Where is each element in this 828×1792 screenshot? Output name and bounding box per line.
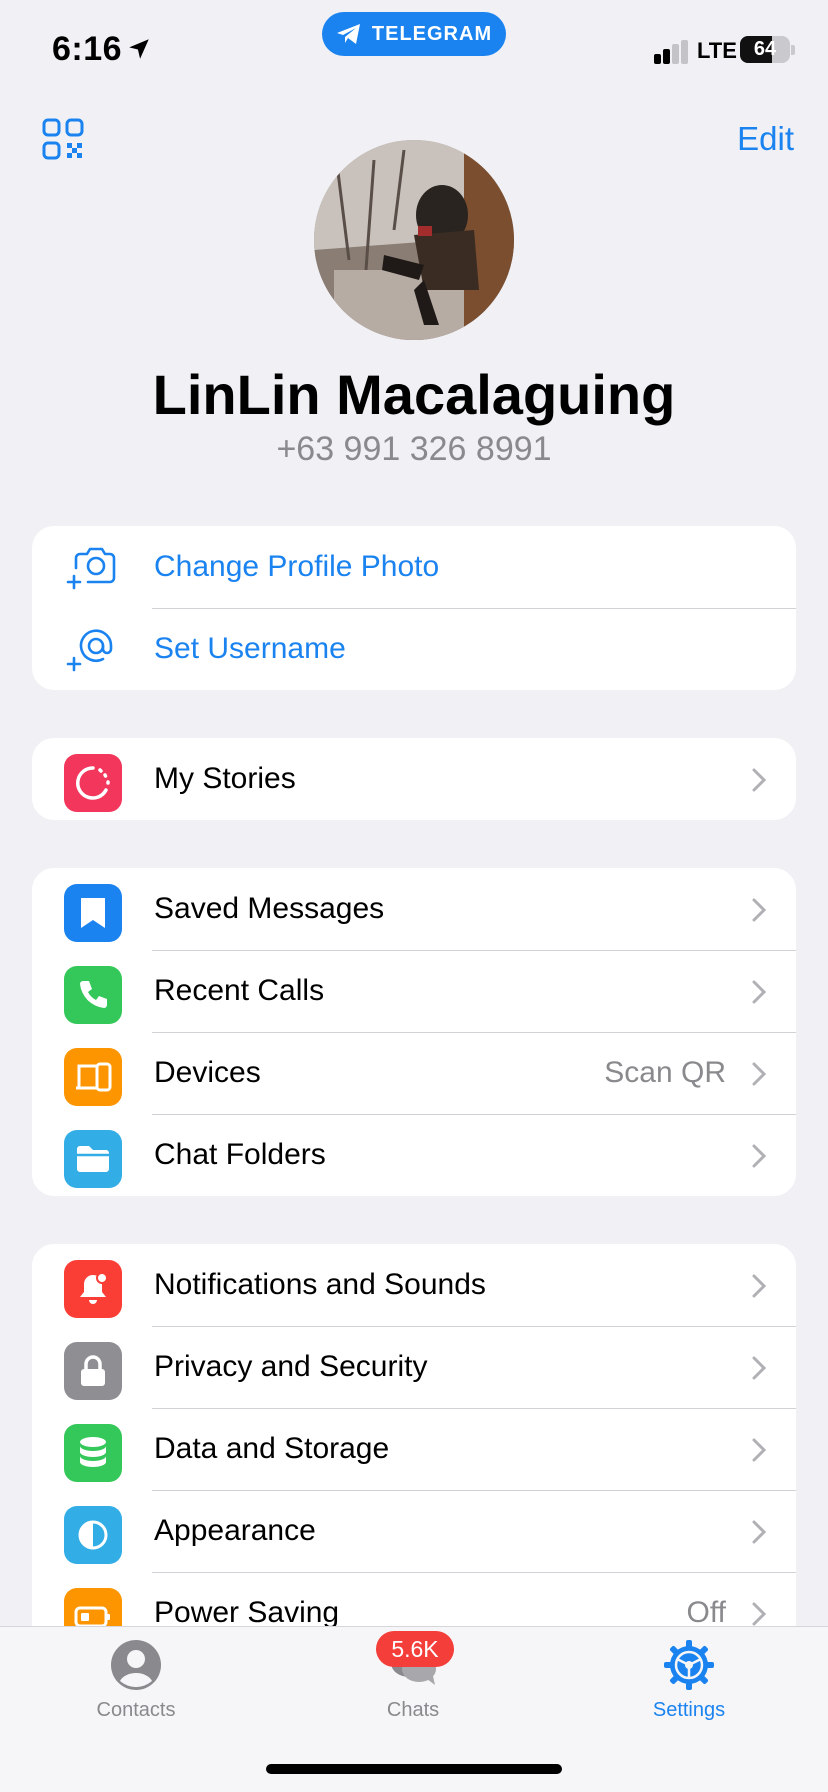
power-saving-row[interactable]: Power Saving Off [32, 1572, 796, 1626]
lock-icon [64, 1342, 122, 1400]
stories-icon [64, 754, 122, 812]
avatar[interactable] [314, 140, 514, 340]
devices-icon [64, 1048, 122, 1106]
chevron-right-icon [752, 1356, 766, 1380]
network-label: LTE [697, 38, 737, 63]
database-icon [64, 1424, 122, 1482]
folder-icon [64, 1130, 122, 1188]
set-username-row[interactable]: Set Username [32, 608, 796, 690]
location-arrow-icon [129, 39, 149, 59]
status-bar: 6:16 TELEGRAM LTE 64 [0, 0, 828, 100]
data-storage-label: Data and Storage [154, 1432, 390, 1465]
tab-contacts[interactable]: Contacts [36, 1627, 236, 1737]
chevron-right-icon [752, 980, 766, 1004]
chevron-right-icon [752, 1274, 766, 1298]
stories-group: My Stories [32, 738, 796, 820]
battery-percent: 64 [753, 38, 777, 60]
devices-value: Scan QR [604, 1056, 726, 1089]
add-photo-icon [66, 547, 116, 590]
account-group: Change Profile Photo Set Username [32, 526, 796, 690]
gear-icon [664, 1640, 714, 1690]
saved-messages-label: Saved Messages [154, 892, 385, 925]
set-username-label: Set Username [154, 632, 346, 665]
chevron-right-icon [752, 1520, 766, 1544]
chevron-right-icon [752, 768, 766, 792]
home-indicator[interactable] [266, 1764, 562, 1774]
chevron-right-icon [752, 1438, 766, 1462]
add-username-icon [66, 629, 113, 672]
profile-phone: +63 991 326 8991 [276, 430, 552, 468]
my-stories-label: My Stories [154, 762, 296, 795]
data-storage-row[interactable]: Data and Storage [32, 1408, 796, 1490]
notifications-label: Notifications and Sounds [154, 1268, 486, 1301]
qr-code-icon[interactable] [42, 118, 84, 160]
tab-contacts-label: Contacts [96, 1699, 176, 1721]
chevron-right-icon [752, 898, 766, 922]
change-profile-photo-row[interactable]: Change Profile Photo [32, 526, 796, 608]
tab-settings-label: Settings [652, 1699, 726, 1721]
telegram-plane-icon [336, 24, 360, 44]
devices-label: Devices [154, 1056, 261, 1089]
avatar-photo [314, 140, 514, 340]
recent-calls-label: Recent Calls [154, 974, 325, 1007]
bell-icon [64, 1260, 122, 1318]
profile-name: LinLin Macalaguing [152, 363, 676, 426]
battery-icon: 64 [740, 36, 790, 63]
battery-saver-icon [64, 1588, 122, 1626]
settings-group: Notifications and Sounds Privacy and Sec… [32, 1244, 796, 1626]
chats-badge: 5.6K [376, 1631, 454, 1667]
my-stories-row[interactable]: My Stories [32, 738, 796, 820]
half-circle-icon [64, 1506, 122, 1564]
power-saving-label: Power Saving [154, 1596, 340, 1626]
bookmark-icon [64, 884, 122, 942]
chevron-right-icon [752, 1144, 766, 1168]
appearance-label: Appearance [154, 1514, 316, 1547]
devices-row[interactable]: Devices Scan QR [32, 1032, 796, 1114]
phone-icon [64, 966, 122, 1024]
recent-calls-row[interactable]: Recent Calls [32, 950, 796, 1032]
chat-folders-row[interactable]: Chat Folders [32, 1114, 796, 1196]
notifications-row[interactable]: Notifications and Sounds [32, 1244, 796, 1326]
telegram-pill[interactable]: TELEGRAM [322, 12, 506, 56]
chat-folders-label: Chat Folders [154, 1138, 326, 1171]
signal-icon [654, 40, 688, 64]
chevron-right-icon [752, 1062, 766, 1086]
main-group: Saved Messages Recent Calls Devices Scan… [32, 868, 796, 1196]
tab-chats-label: Chats [386, 1699, 440, 1721]
edit-button[interactable]: Edit [737, 120, 794, 158]
tab-settings[interactable]: Settings [589, 1627, 789, 1737]
chevron-right-icon [752, 1602, 766, 1626]
power-saving-value: Off [686, 1596, 726, 1626]
saved-messages-row[interactable]: Saved Messages [32, 868, 796, 950]
battery-tip [791, 45, 795, 55]
privacy-label: Privacy and Security [154, 1350, 428, 1383]
appearance-row[interactable]: Appearance [32, 1490, 796, 1572]
pill-label: TELEGRAM [371, 22, 493, 45]
change-profile-photo-label: Change Profile Photo [154, 550, 440, 583]
person-icon [111, 1640, 161, 1690]
status-time: 6:16 [52, 30, 123, 68]
privacy-row[interactable]: Privacy and Security [32, 1326, 796, 1408]
